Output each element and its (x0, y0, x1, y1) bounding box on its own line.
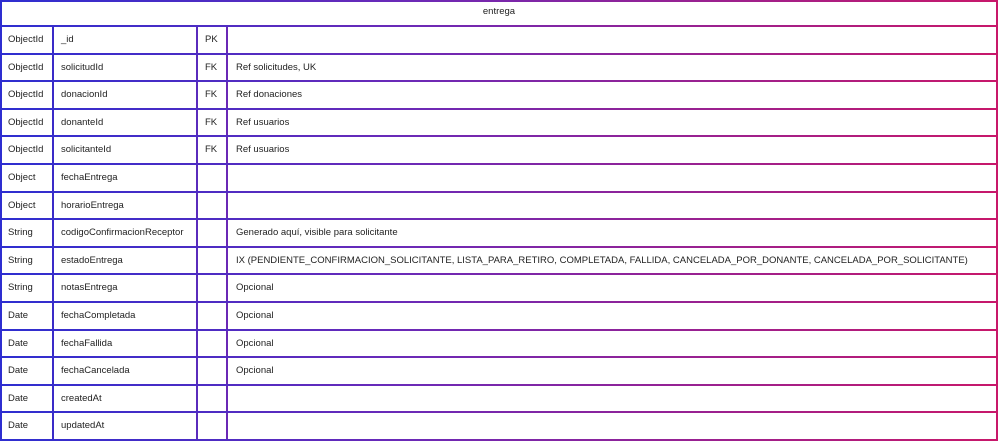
field-name: solicitudId (61, 61, 104, 73)
row-separator (0, 384, 998, 386)
table-row: Object fechaEntrega (0, 164, 998, 191)
field-name: updatedAt (61, 420, 105, 432)
field-type: Object (8, 199, 36, 211)
frame-top-border (0, 0, 998, 2)
field-key: FK (205, 116, 218, 128)
row-separator (0, 191, 998, 193)
row-separator (0, 218, 998, 220)
table-row: ObjectId solicitanteId FK Ref usuarios (0, 136, 998, 163)
field-description: Opcional (236, 365, 274, 377)
row-separator (0, 273, 998, 275)
field-description: Ref solicitudes, UK (236, 61, 317, 73)
field-key: FK (205, 89, 218, 101)
field-type: Date (8, 392, 29, 404)
title-separator (0, 25, 998, 27)
table-row: String codigoConfirmacionReceptor Generado… (0, 219, 998, 246)
field-type: ObjectId (8, 34, 44, 45)
table-row: ObjectId donacionId FK Ref donaciones (0, 81, 998, 108)
field-description: Generado aquí, visible para solicitante (236, 227, 398, 239)
field-name: fechaEntrega (61, 172, 118, 183)
field-name: fechaCancelada (61, 365, 130, 377)
field-description: Opcional (236, 337, 274, 349)
field-name: codigoConfirmacionReceptor (61, 227, 184, 239)
row-separator (0, 246, 998, 248)
table-row: Date fechaFallida Opcional (0, 330, 998, 357)
field-description: Opcional (236, 282, 274, 294)
row-separator (0, 163, 998, 165)
field-name: donanteId (61, 116, 104, 128)
field-name: notasEntrega (61, 282, 118, 294)
column-divider-key (226, 26, 228, 440)
field-type: Date (8, 365, 29, 377)
field-description: Ref donaciones (236, 89, 303, 101)
row-separator (0, 108, 998, 110)
field-name: solicitanteId (61, 144, 112, 156)
field-type: Date (8, 310, 29, 321)
row-separator (0, 301, 998, 303)
field-type: ObjectId (8, 89, 44, 101)
field-type: Date (8, 420, 29, 432)
row-separator (0, 411, 998, 413)
field-name: fechaFallida (61, 337, 113, 349)
table-row: ObjectId donanteId FK Ref usuarios (0, 109, 998, 136)
column-divider-name (196, 26, 198, 440)
table-row: ObjectId _id PK (0, 26, 998, 53)
table-row: Date createdAt (0, 385, 998, 412)
field-type: ObjectId (8, 144, 44, 156)
table-row: Date fechaCancelada Opcional (0, 357, 998, 384)
field-description: Ref usuarios (236, 116, 290, 128)
field-type: Object (8, 172, 36, 183)
field-name: createdAt (61, 392, 102, 404)
field-name: _id (61, 34, 74, 45)
column-divider-type (52, 26, 54, 440)
row-separator (0, 329, 998, 331)
field-name: horarioEntrega (61, 199, 124, 211)
field-description: Ref usuarios (236, 144, 290, 156)
field-key: FK (205, 61, 218, 73)
field-type: ObjectId (8, 61, 44, 73)
table-row: String estadoEntrega IX (PENDIENTE_CONFIRM… (0, 247, 998, 274)
table-row: String notasEntrega Opcional (0, 274, 998, 301)
row-separator (0, 356, 998, 358)
field-type: ObjectId (8, 116, 44, 128)
field-type: String (8, 282, 33, 294)
field-name: fechaCompletada (61, 310, 136, 321)
field-type: String (8, 227, 33, 239)
field-name: estadoEntrega (61, 254, 123, 266)
field-key: FK (205, 144, 218, 156)
field-description: Opcional (236, 310, 274, 321)
table-row: ObjectId solicitudId FK Ref solicitudes, UK (0, 54, 998, 81)
table-row: Object horarioEntrega (0, 192, 998, 219)
field-type: Date (8, 337, 29, 349)
entity-title: entrega (482, 6, 516, 17)
field-type: String (8, 254, 33, 266)
table-row: Date updatedAt (0, 412, 998, 439)
field-key: PK (205, 34, 218, 45)
field-description: IX (PENDIENTE_CONFIRMACION_SOLICITANTE, … (236, 254, 968, 266)
entity-table-entrega: entrega ObjectId _id PK ObjectId solicitudId… (0, 0, 998, 441)
row-separator (0, 135, 998, 137)
table-row: Date fechaCompletada Opcional (0, 302, 998, 329)
frame-left-border (0, 0, 2, 440)
field-name: donacionId (61, 89, 108, 101)
row-separator (0, 53, 998, 55)
row-separator (0, 80, 998, 82)
